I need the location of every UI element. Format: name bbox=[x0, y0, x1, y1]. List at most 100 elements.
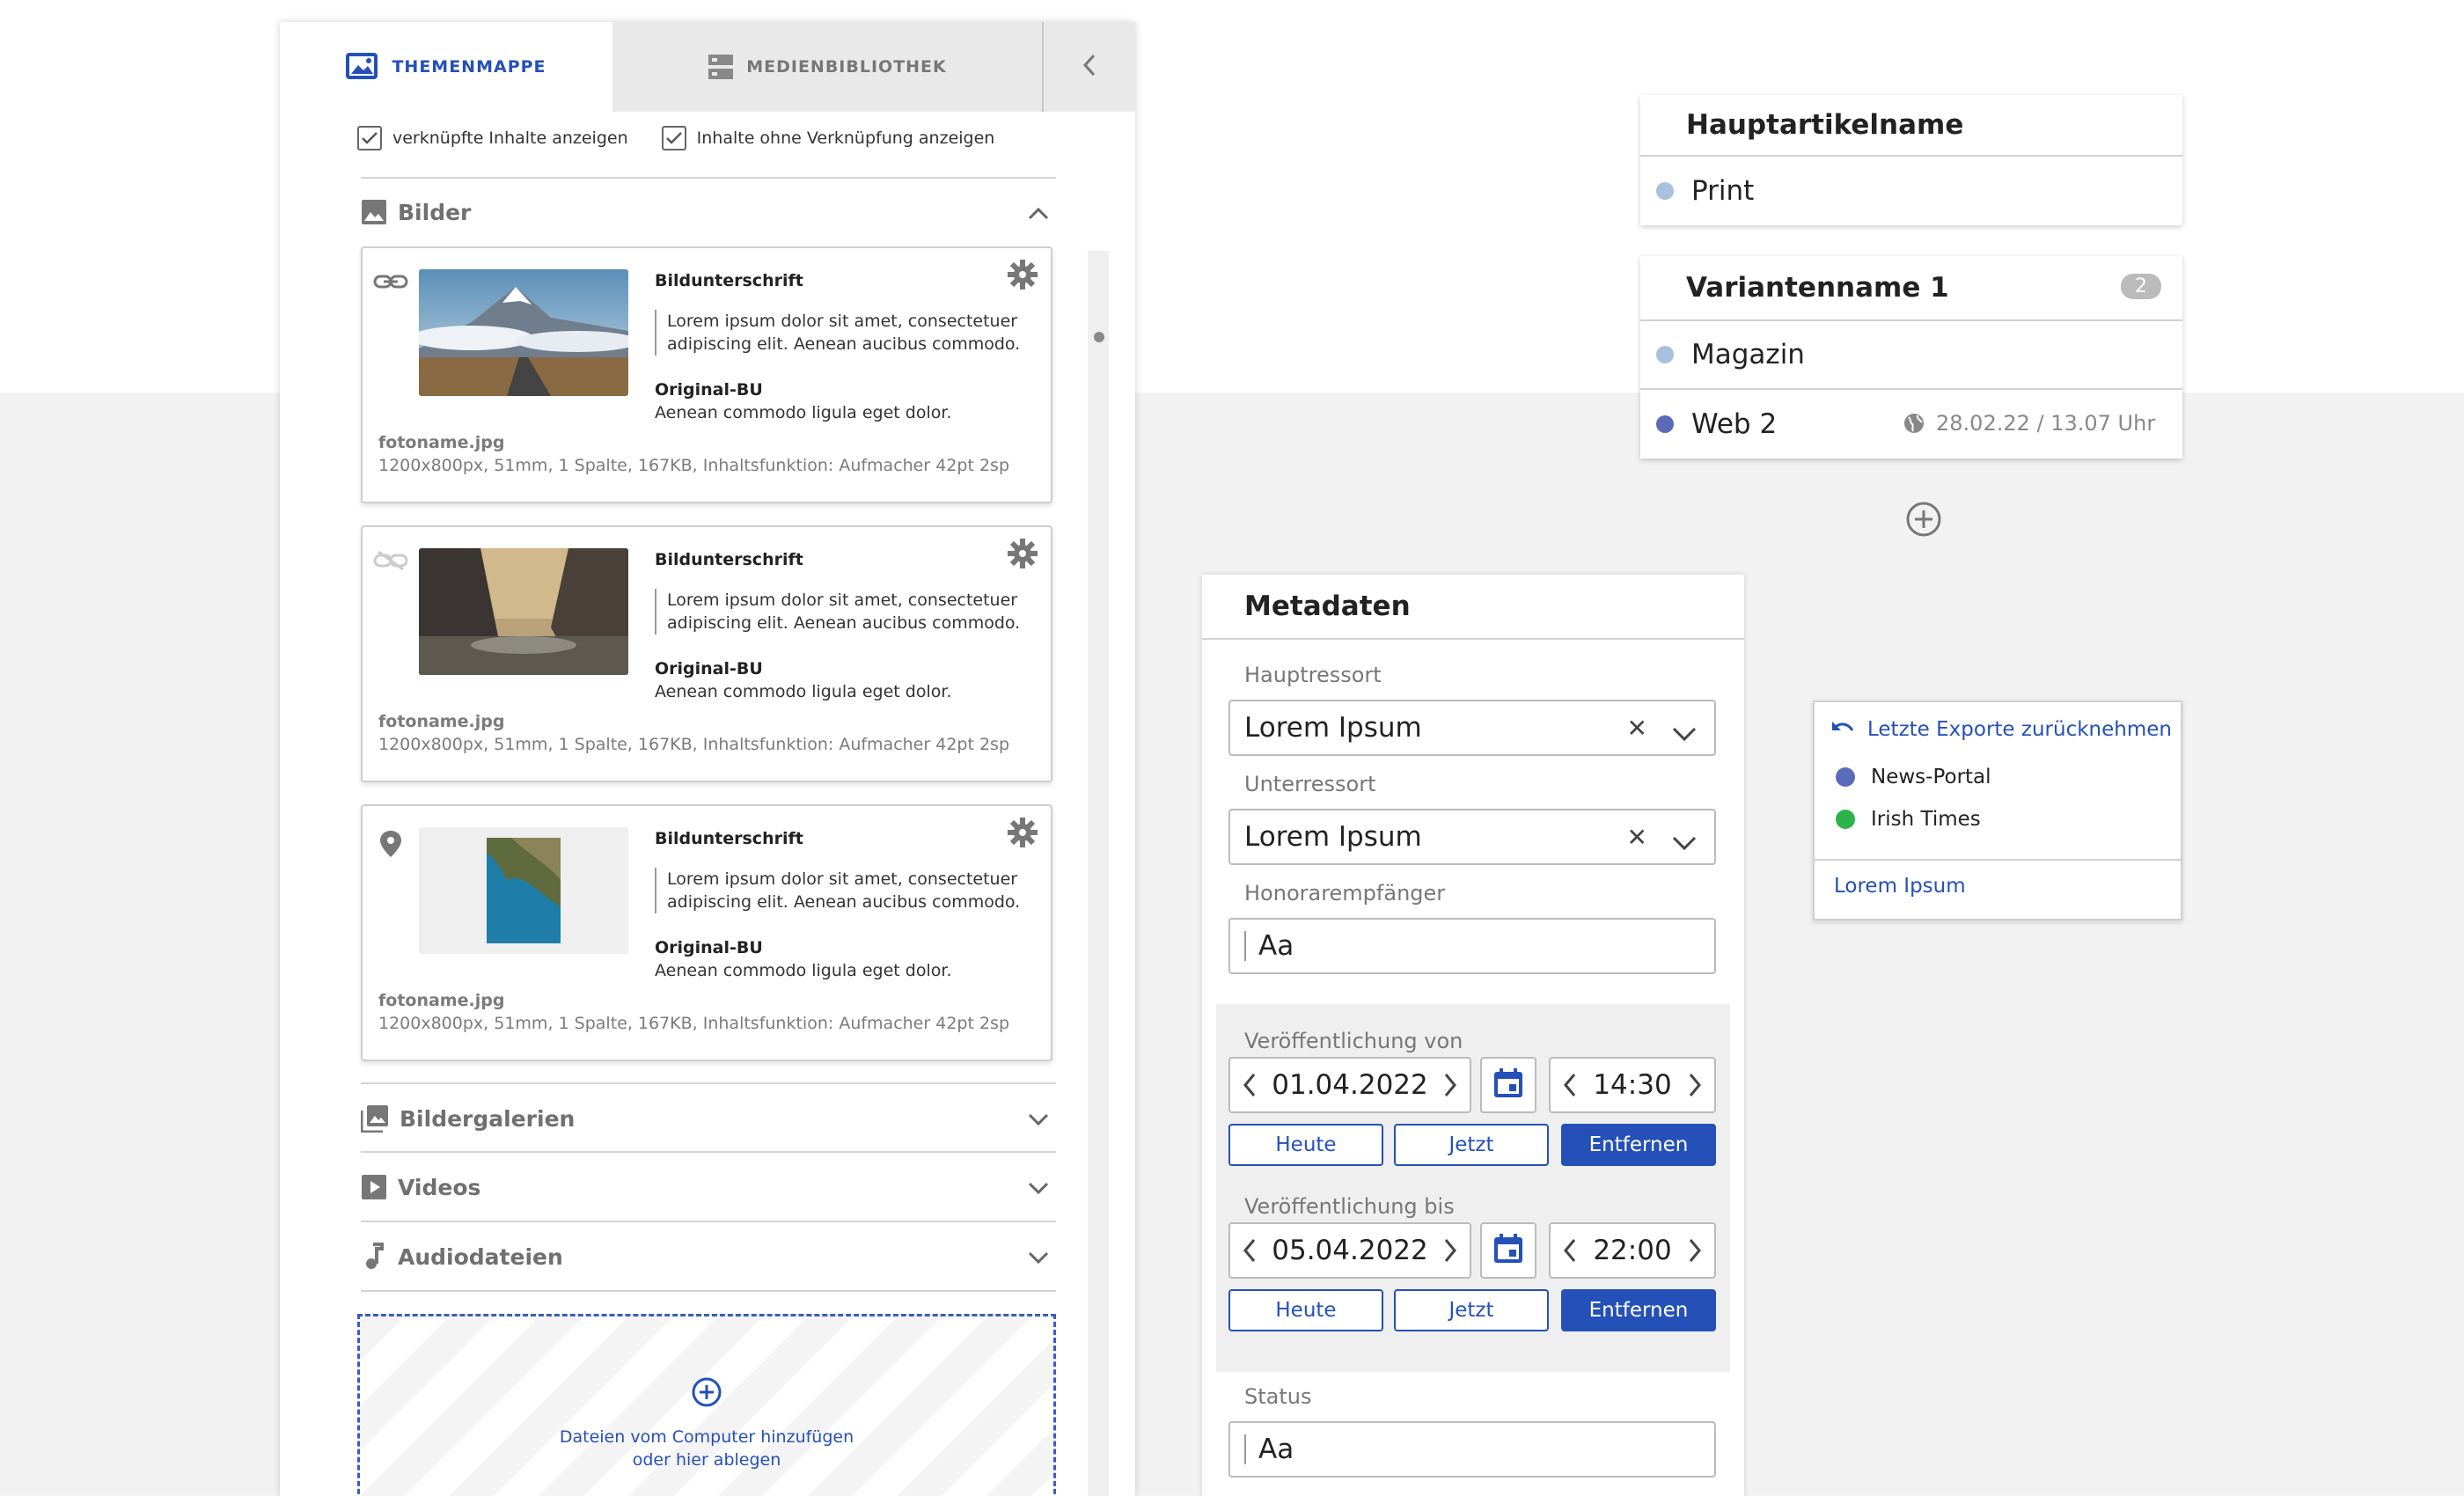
pub-from-date[interactable]: 01.04.2022 bbox=[1228, 1057, 1471, 1113]
chevron-left-icon[interactable] bbox=[1563, 1238, 1577, 1270]
chevron-left-icon[interactable] bbox=[1563, 1073, 1577, 1104]
main-article-card: Hauptartikelname Print bbox=[1640, 95, 2182, 225]
chevron-right-icon[interactable] bbox=[1688, 1238, 1702, 1270]
now-button[interactable]: Jetzt bbox=[1394, 1124, 1549, 1166]
status-dot bbox=[1656, 182, 1674, 200]
chevron-down-icon[interactable] bbox=[1028, 1244, 1049, 1270]
export-item-news-portal[interactable]: News-Portal bbox=[1836, 766, 1991, 788]
honorar-input[interactable]: Aa bbox=[1228, 918, 1716, 974]
now-button[interactable]: Jetzt bbox=[1394, 1289, 1549, 1331]
chevron-left-icon[interactable] bbox=[1243, 1238, 1257, 1270]
section-bilder-title: Bilder bbox=[398, 199, 472, 225]
gear-icon[interactable] bbox=[1007, 259, 1038, 294]
status-value: Aa bbox=[1258, 1434, 1294, 1465]
pub-from-label: Veröffentlichung von bbox=[1244, 1029, 1463, 1053]
original-caption-text: Aenean commodo ligula eget dolor. bbox=[655, 682, 952, 701]
variant-row-magazin[interactable]: Magazin bbox=[1640, 321, 2182, 390]
export-menu-link[interactable]: Lorem Ipsum bbox=[1834, 875, 1966, 898]
undo-exports-button[interactable]: Letzte Exporte zurücknehmen bbox=[1830, 718, 2172, 741]
chevron-right-icon[interactable] bbox=[1443, 1073, 1457, 1104]
panel-tabbar: THEMENMAPPE MEDIENBIBLIOTHEK bbox=[280, 22, 1135, 112]
pub-to-time-value: 22:00 bbox=[1593, 1235, 1672, 1266]
status-input[interactable]: Aa bbox=[1228, 1421, 1716, 1478]
filter-unlinked[interactable]: Inhalte ohne Verknüpfung anzeigen bbox=[661, 126, 994, 150]
remove-button[interactable]: Entfernen bbox=[1561, 1289, 1716, 1331]
gear-icon[interactable] bbox=[1007, 817, 1038, 852]
clear-icon[interactable]: ✕ bbox=[1627, 714, 1647, 743]
variant-row-web2[interactable]: Web 2 28.02.22 / 13.07 Uhr bbox=[1640, 390, 2182, 458]
divider bbox=[361, 1151, 1056, 1153]
original-caption-text: Aenean commodo ligula eget dolor. bbox=[655, 961, 952, 980]
section-videos-header[interactable]: Videos bbox=[361, 1161, 1056, 1214]
calendar-button[interactable] bbox=[1480, 1057, 1536, 1113]
add-variant-icon[interactable] bbox=[1904, 500, 1943, 542]
link-icon bbox=[373, 271, 408, 296]
status-dot bbox=[1836, 767, 1855, 787]
image-thumbnail[interactable] bbox=[419, 269, 628, 396]
scrollbar-thumb[interactable] bbox=[1094, 332, 1104, 342]
export-item-irish-times[interactable]: Irish Times bbox=[1836, 808, 1981, 831]
clear-icon[interactable]: ✕ bbox=[1627, 823, 1647, 852]
remove-button[interactable]: Entfernen bbox=[1561, 1124, 1716, 1166]
chevron-down-icon[interactable] bbox=[1672, 826, 1697, 858]
image-card[interactable]: Bildunterschrift Lorem ipsum dolor sit a… bbox=[361, 525, 1052, 782]
calendar-button[interactable] bbox=[1480, 1222, 1536, 1279]
publish-date: 28.02.22 / 13.07 Uhr bbox=[1903, 411, 2155, 436]
unterressort-value: Lorem Ipsum bbox=[1244, 821, 1422, 853]
original-caption-title: Original-BU bbox=[655, 380, 763, 400]
today-button[interactable]: Heute bbox=[1228, 1124, 1383, 1166]
file-meta: 1200x800px, 51mm, 1 Spalte, 167KB, Inhal… bbox=[378, 735, 1009, 754]
section-audiodateien-title: Audiodateien bbox=[398, 1243, 563, 1270]
unterressort-label: Unterressort bbox=[1244, 772, 1376, 796]
chevron-down-icon[interactable] bbox=[1028, 1106, 1049, 1132]
filter-checkboxes: verknüpfte Inhalte anzeigen Inhalte ohne… bbox=[357, 126, 994, 150]
file-name: fotoname.jpg bbox=[378, 712, 505, 731]
main-article-title: Hauptartikelname bbox=[1640, 95, 2182, 157]
checkbox-checked-icon[interactable] bbox=[661, 126, 686, 150]
variant-row-label: Magazin bbox=[1691, 339, 1805, 370]
image-thumbnail[interactable] bbox=[419, 548, 628, 675]
checkbox-checked-icon[interactable] bbox=[357, 126, 382, 150]
image-card[interactable]: Bildunterschrift Lorem ipsum dolor sit a… bbox=[361, 246, 1052, 503]
scrollbar[interactable] bbox=[1088, 251, 1109, 1496]
original-caption-title: Original-BU bbox=[655, 938, 763, 957]
today-button[interactable]: Heute bbox=[1228, 1289, 1383, 1331]
variant-row-print[interactable]: Print bbox=[1640, 157, 2182, 225]
variant-row-label: Web 2 bbox=[1691, 408, 1778, 440]
file-dropzone[interactable]: Dateien vom Computer hinzufügen oder hie… bbox=[357, 1314, 1056, 1496]
section-audiodateien-header[interactable]: Audiodateien bbox=[361, 1230, 1056, 1283]
tab-medienbibliothek-label: MEDIENBIBLIOTHEK bbox=[746, 57, 947, 77]
tab-themenmappe[interactable]: THEMENMAPPE bbox=[280, 22, 612, 112]
image-thumbnail[interactable] bbox=[419, 827, 628, 954]
caption-text: Lorem ipsum dolor sit amet, consectetuer… bbox=[655, 310, 1024, 356]
gear-icon[interactable] bbox=[1007, 538, 1038, 573]
add-circle-icon[interactable] bbox=[691, 1376, 722, 1412]
caption-title: Bildunterschrift bbox=[655, 829, 803, 848]
section-bildergalerien-header[interactable]: Bildergalerien bbox=[361, 1092, 1056, 1145]
hauptressort-value: Lorem Ipsum bbox=[1244, 712, 1422, 744]
link-off-icon bbox=[373, 550, 408, 575]
section-bilder-header[interactable]: Bilder bbox=[361, 186, 1056, 238]
chevron-left-icon[interactable] bbox=[1243, 1073, 1257, 1104]
variant-card: Variantenname 1 2 Magazin Web 2 28.02.22… bbox=[1640, 256, 2182, 458]
hauptressort-select[interactable]: Lorem Ipsum ✕ bbox=[1228, 700, 1716, 756]
chevron-right-icon[interactable] bbox=[1443, 1238, 1457, 1270]
caption-title: Bildunterschrift bbox=[655, 550, 803, 569]
unterressort-select[interactable]: Lorem Ipsum ✕ bbox=[1228, 809, 1716, 865]
pub-to-date[interactable]: 05.04.2022 bbox=[1228, 1222, 1471, 1279]
filter-linked[interactable]: verknüpfte Inhalte anzeigen bbox=[357, 126, 628, 150]
collapse-panel-button[interactable] bbox=[1042, 22, 1135, 112]
image-folder-icon bbox=[346, 53, 379, 81]
image-card[interactable]: Bildunterschrift Lorem ipsum dolor sit a… bbox=[361, 804, 1052, 1061]
chevron-down-icon[interactable] bbox=[1028, 1175, 1049, 1200]
chevron-down-icon[interactable] bbox=[1672, 717, 1697, 749]
status-dot bbox=[1656, 346, 1674, 363]
dropzone-line1: Dateien vom Computer hinzufügen bbox=[559, 1427, 854, 1447]
caption-text: Lorem ipsum dolor sit amet, consectetuer… bbox=[655, 868, 1024, 913]
chevron-up-icon[interactable] bbox=[1028, 200, 1049, 225]
export-item-label: Irish Times bbox=[1871, 808, 1981, 831]
tab-medienbibliothek[interactable]: MEDIENBIBLIOTHEK bbox=[612, 22, 1042, 112]
pub-to-time[interactable]: 22:00 bbox=[1549, 1222, 1716, 1279]
chevron-right-icon[interactable] bbox=[1688, 1073, 1702, 1104]
pub-from-time[interactable]: 14:30 bbox=[1549, 1057, 1716, 1113]
